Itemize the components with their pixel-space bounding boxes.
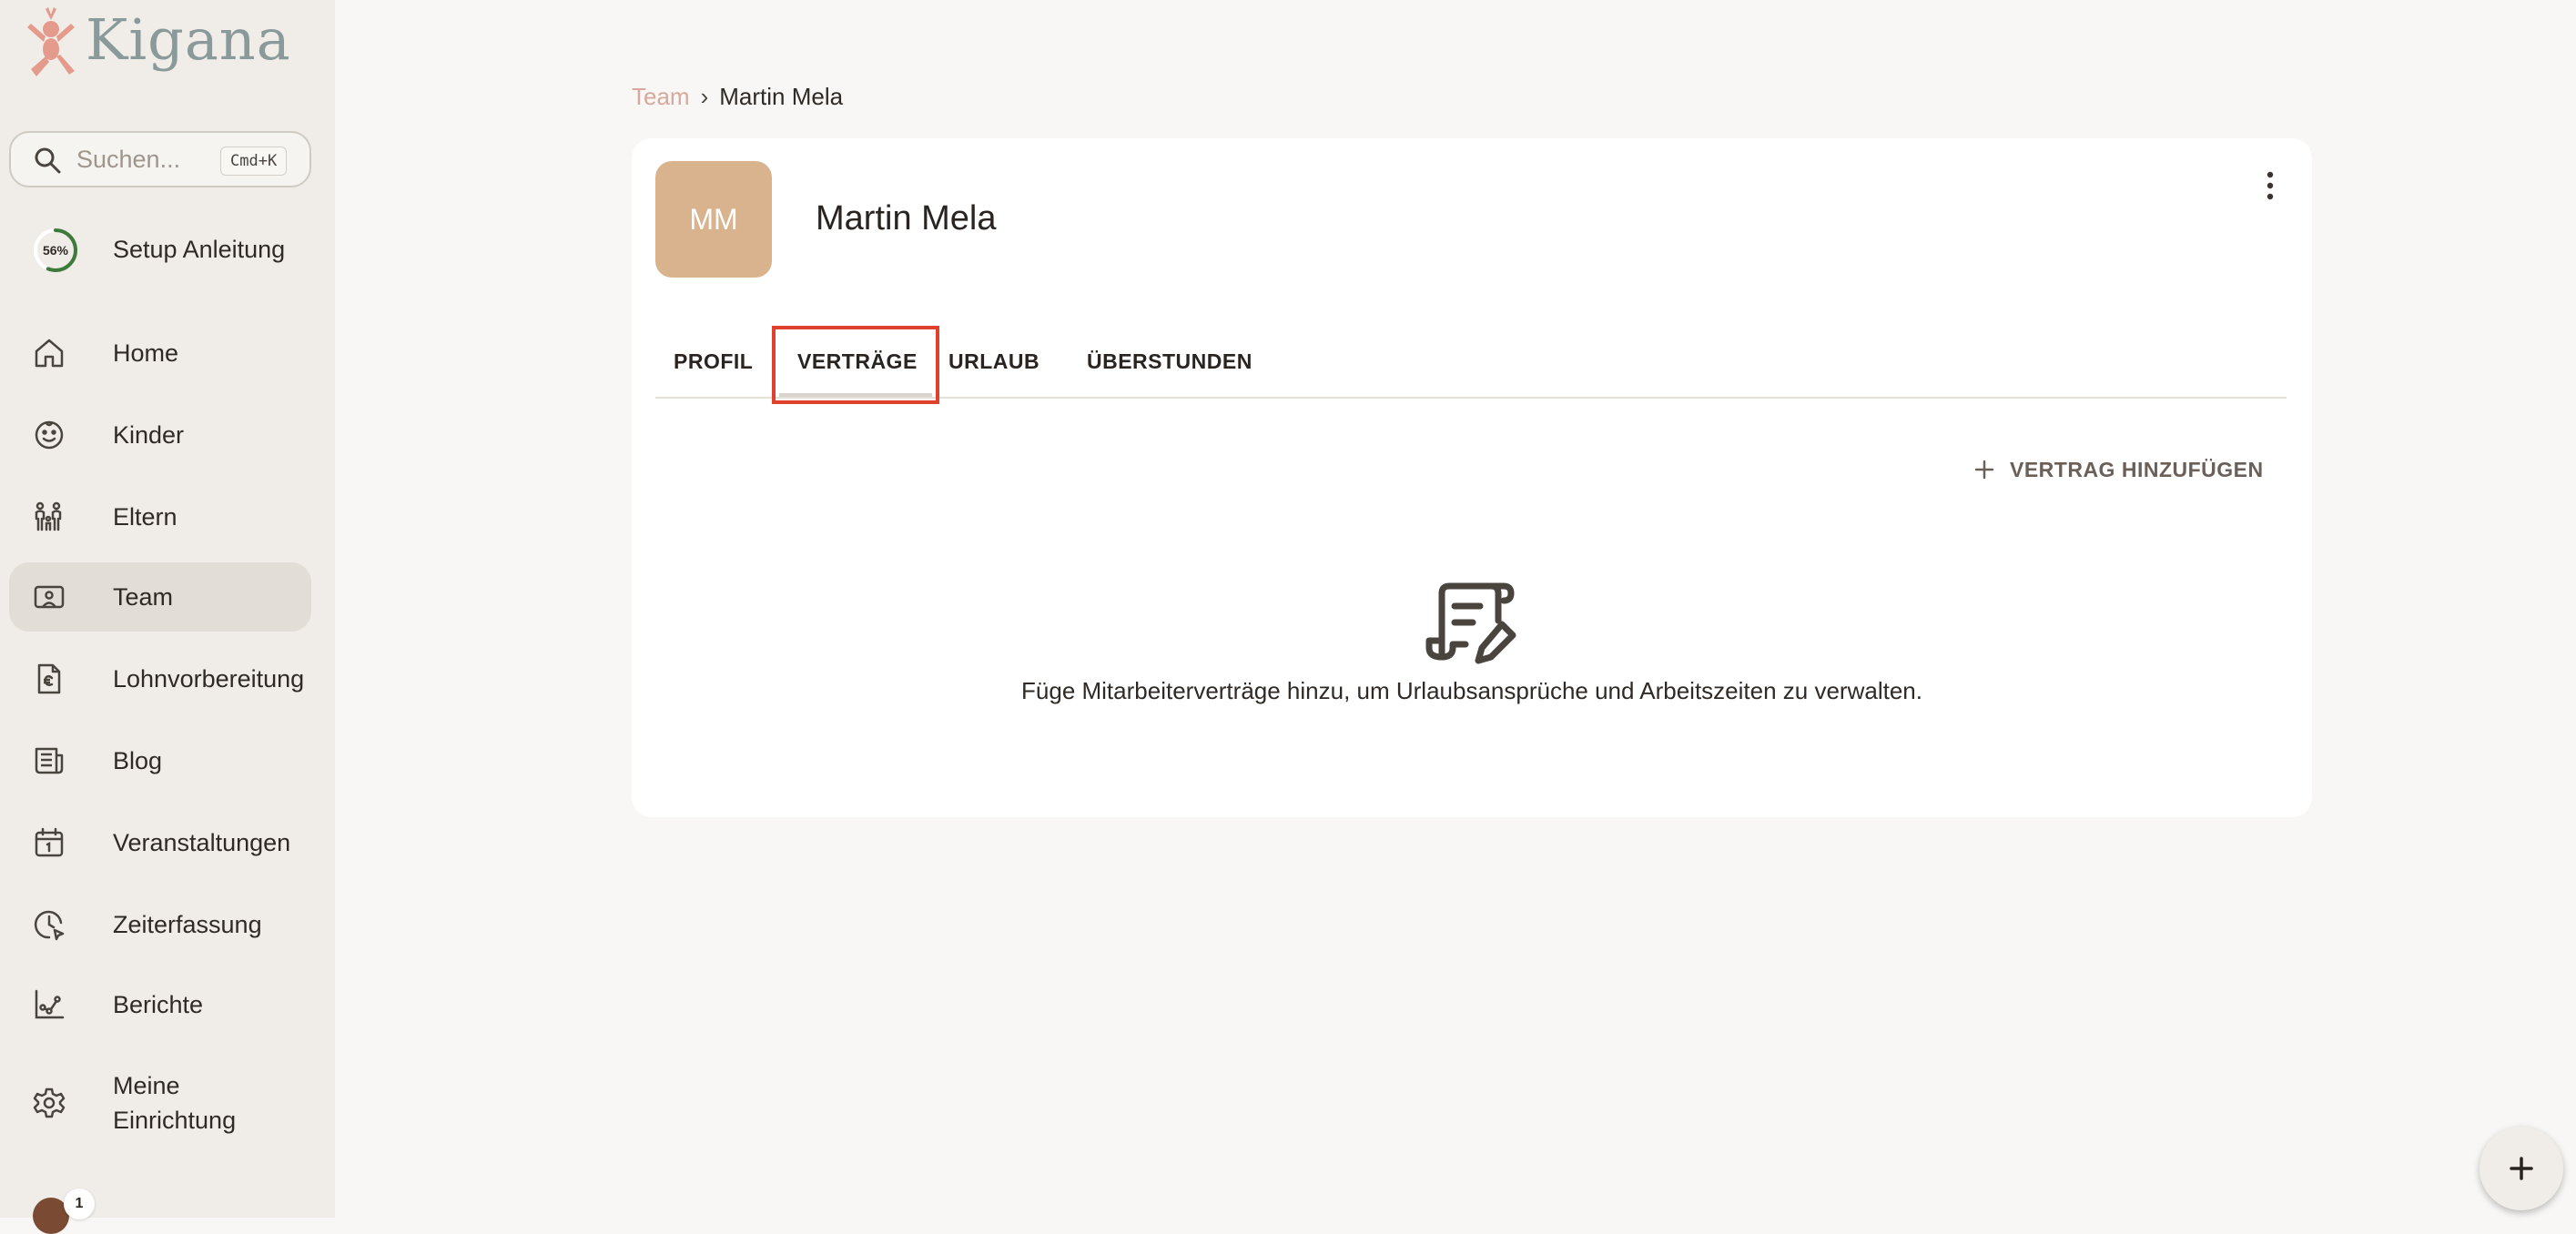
sidebar-item-zeiterfassung[interactable]: Zeiterfassung [9,890,311,959]
breadcrumb: Team › Martin Mela [632,80,843,113]
search-icon [35,147,61,174]
sidebar-item-label: Zeiterfassung [113,911,262,938]
avatar: MM [655,161,772,278]
family-icon [35,501,62,531]
sidebar-item-eltern[interactable]: Eltern [9,482,311,551]
blog-icon [35,747,64,774]
sidebar-item-label: Meine Einrichtung [113,1072,237,1134]
search-shortcut-badge: Cmd+K [220,147,288,176]
sidebar-item-label: Team [113,583,174,611]
sidebar-item-label: Setup Anleitung [113,236,286,263]
breadcrumb-link-team[interactable]: Team [632,83,690,110]
setup-progress-text: 56% [42,243,69,258]
sidebar-item-label: Blog [113,747,163,774]
payroll-icon [37,663,61,694]
chart-icon [35,989,65,1019]
breadcrumb-separator: › [700,83,709,110]
empty-state-text: Füge Mitarbeiterverträge hinzu, um Urlau… [1021,677,1922,704]
sidebar-item-label: Kinder [113,421,185,449]
smiley-icon [35,420,64,450]
tab-profil[interactable]: PROFIL [674,326,753,397]
logo-figure-icon [27,7,75,76]
sidebar-item-label: Eltern [113,503,177,531]
breadcrumb-current: Martin Mela [719,83,844,110]
tab-highlight-box [772,326,939,404]
sidebar-item-label: Home [113,339,179,367]
sidebar-item-label: Veranstaltungen [113,829,291,856]
search-input[interactable] [76,133,204,186]
sidebar-item-lohnvorbereitung[interactable]: Lohnvorbereitung [9,644,311,713]
tab-urlaub[interactable]: URLAUB [948,326,1040,397]
plus-icon [2510,1157,2533,1180]
page-title: Martin Mela [816,199,997,238]
more-vertical-icon [2267,171,2274,200]
clock-icon [34,910,65,941]
sidebar-item-meine-einrichtung[interactable]: Meine Einrichtung [9,1068,311,1138]
contract-edit-icon [1425,582,1516,664]
notification-badge: 1 [64,1188,95,1219]
plus-icon [1974,460,1994,480]
sidebar-item-berichte[interactable]: Berichte [9,970,311,1039]
search-box[interactable]: Cmd+K [9,131,311,187]
sidebar-item-label: Lohnvorbereitung [113,665,305,693]
calendar-icon [35,827,64,857]
sidebar-item-kinder[interactable]: Kinder [9,400,311,470]
sidebar-item-blog[interactable]: Blog [9,726,311,795]
logo-text: Kigana [86,6,291,73]
sidebar-item-team[interactable]: Team [9,562,311,632]
floating-add-button[interactable] [2480,1127,2563,1210]
add-contract-label: VERTRAG HINZUFÜGEN [2010,457,2264,481]
sidebar-item-label: Berichte [113,991,204,1018]
sidebar-item-setup[interactable]: 56% Setup Anleitung [9,215,311,284]
home-icon [35,339,64,368]
sidebar-item-home[interactable]: Home [9,319,311,388]
setup-progress: 56% [33,228,78,273]
add-contract-button[interactable]: VERTRAG HINZUFÜGEN [1973,450,2264,490]
sidebar-item-veranstaltungen[interactable]: Veranstaltungen [9,808,311,877]
logo[interactable] [24,4,78,80]
sidebar: Kigana Cmd+K 56% Setup Anleitung Home [0,0,335,1234]
employee-card: MM Martin Mela PROFIL VERTRÄGE URLAUB ÜB… [632,138,2312,817]
team-icon [34,585,65,609]
more-menu-button[interactable] [2250,162,2290,209]
tab-ueberstunden[interactable]: ÜBERSTUNDEN [1087,326,1253,397]
gear-icon [33,1087,66,1118]
